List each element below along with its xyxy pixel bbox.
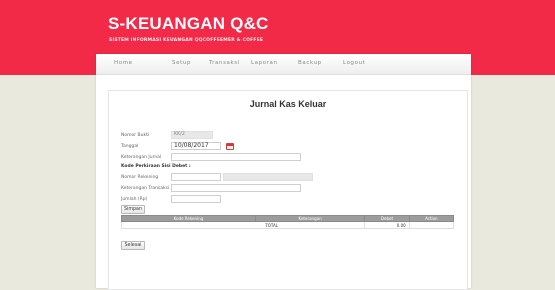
nomor-rekening-label: Nomor Rekening [121, 175, 159, 180]
nomor-bukti-label: Nomor Bukti [121, 133, 150, 138]
nav-item-logout[interactable]: Logout [343, 60, 365, 66]
jumlah-field[interactable] [171, 195, 221, 203]
tanggal-label: Tanggal [121, 144, 139, 149]
nav-item-backup[interactable]: Backup [298, 60, 322, 66]
total-row: TOTAL 0.00 [120, 221, 455, 229]
keterangan-jurnal-label: Keterangan Jurnal [121, 155, 162, 160]
nama-rekening-field [223, 173, 313, 181]
keterangan-jurnal-field[interactable] [171, 153, 301, 161]
nav-item-setup[interactable]: Setup [172, 60, 191, 66]
total-value: 0.00 [364, 221, 410, 229]
kode-perkiraan-heading: Kode Perkiraan Sisi Debet : [121, 164, 191, 169]
keterangan-transaksi-field[interactable] [171, 184, 301, 192]
selesai-button[interactable]: Selesai [121, 241, 145, 250]
total-label: TOTAL [120, 221, 366, 229]
nomor-bukti-field: KK/2 [171, 131, 213, 139]
calendar-icon[interactable] [226, 143, 234, 150]
nav-item-home[interactable]: Home [114, 60, 133, 66]
nomor-rekening-field[interactable] [171, 173, 221, 181]
simpan-button[interactable]: Simpan [121, 205, 145, 214]
app-subtitle: SISTEM INFORMASI KEUANGAN QQCOFFEEMER & … [109, 38, 264, 43]
total-action-cell [408, 221, 455, 229]
keterangan-transaksi-label: Keterangan Transaksi [121, 186, 170, 191]
main-container: Home Setup Transaksi Laporan Backup Logo… [96, 54, 471, 290]
tanggal-field[interactable]: 10/08/2017 [171, 142, 221, 150]
nav-bar: Home Setup Transaksi Laporan Backup Logo… [96, 54, 471, 75]
nav-item-laporan[interactable]: Laporan [251, 60, 278, 66]
app-title: S-KEUANGAN Q&C [108, 14, 269, 33]
form-panel: Jurnal Kas Keluar Nomor Bukti KK/2 Tangg… [108, 90, 468, 290]
transaction-table: Kode Rekening Keterangan Debet Action TO… [120, 215, 455, 229]
nav-item-transaksi[interactable]: Transaksi [209, 60, 240, 66]
page-title: Jurnal Kas Keluar [249, 99, 327, 109]
jumlah-label: Jumlah (Rp) [121, 197, 148, 202]
